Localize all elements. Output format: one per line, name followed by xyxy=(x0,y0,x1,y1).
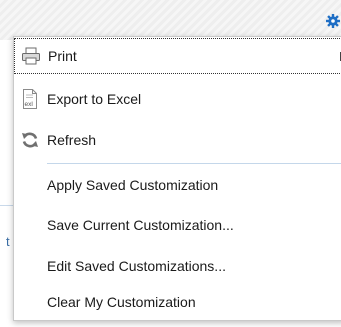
menu-item-label: Save Current Customization... xyxy=(47,217,234,233)
menu-item-label: Clear My Customization xyxy=(47,294,196,310)
menu-item-refresh[interactable]: Refresh xyxy=(14,122,341,158)
refresh-icon xyxy=(19,129,41,151)
menu-item-label: Edit Saved Customizations... xyxy=(47,258,226,274)
menu-item-export-to-excel[interactable]: exl Export to Excel xyxy=(14,81,341,117)
svg-text:exl: exl xyxy=(25,101,34,108)
actions-dropdown-menu: Print exl Export to Excel Refresh Apply … xyxy=(13,36,341,321)
menu-separator xyxy=(47,163,341,164)
menu-item-edit-saved-customizations[interactable]: Edit Saved Customizations... xyxy=(14,248,341,284)
page-header-background xyxy=(0,0,341,40)
excel-export-icon: exl xyxy=(19,88,41,110)
menu-item-clear-my-customization[interactable]: Clear My Customization xyxy=(14,284,341,320)
menu-item-apply-saved-customization[interactable]: Apply Saved Customization xyxy=(14,167,341,203)
background-divider xyxy=(0,205,14,206)
menu-item-print[interactable]: Print xyxy=(14,38,341,74)
menu-item-label: Export to Excel xyxy=(47,91,142,107)
menu-item-label: Print xyxy=(48,48,77,64)
menu-item-label: Apply Saved Customization xyxy=(47,177,219,193)
background-text-fragment: t xyxy=(6,234,10,249)
menu-item-save-current-customization[interactable]: Save Current Customization... xyxy=(14,207,341,243)
printer-icon xyxy=(20,45,42,67)
menu-item-label: Refresh xyxy=(47,132,97,148)
gear-icon[interactable] xyxy=(326,14,340,28)
